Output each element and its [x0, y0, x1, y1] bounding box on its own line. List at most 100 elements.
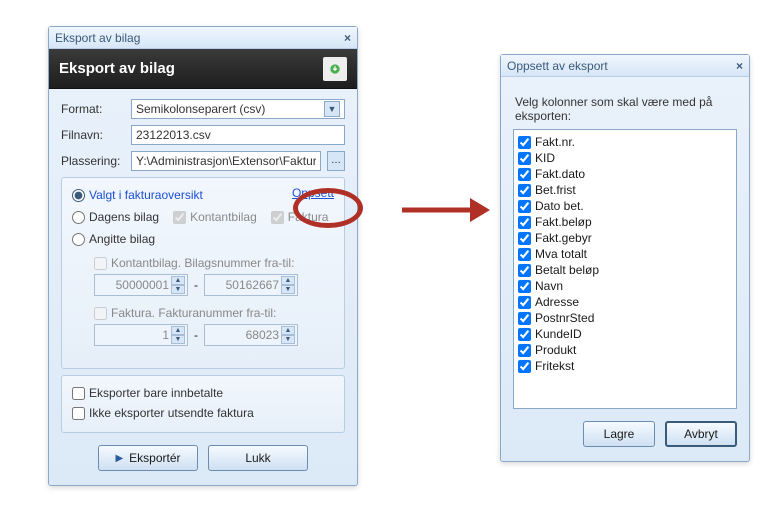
column-item[interactable]: Bet.frist: [518, 182, 732, 198]
column-check[interactable]: [518, 168, 531, 181]
column-item[interactable]: Produkt: [518, 342, 732, 358]
column-check[interactable]: [518, 232, 531, 245]
setup-title: Oppsett av eksport: [507, 59, 608, 73]
format-value: Semikolonseparert (csv): [136, 102, 265, 116]
column-label: Fakt.gebyr: [535, 231, 592, 245]
column-label: KundeID: [535, 327, 582, 341]
column-label: Fritekst: [535, 359, 574, 373]
column-item[interactable]: PostnrSted: [518, 310, 732, 326]
check-innbetalte-input[interactable]: [72, 387, 85, 400]
check-innbetalte[interactable]: Eksporter bare innbetalte: [72, 386, 334, 400]
export-title: Eksport av bilag: [55, 31, 140, 45]
kontant-from[interactable]: 50000001 ▲▼: [94, 274, 188, 296]
check-faktura-input: [271, 211, 284, 224]
column-label: PostnrSted: [535, 311, 594, 325]
column-check[interactable]: [518, 200, 531, 213]
filnavn-input[interactable]: [131, 125, 345, 145]
radio-angitte-input[interactable]: [72, 233, 85, 246]
column-item[interactable]: Fakt.dato: [518, 166, 732, 182]
filnavn-label: Filnavn:: [61, 128, 125, 142]
radio-dagens[interactable]: Dagens bilag: [72, 210, 159, 224]
check-utsendte-input[interactable]: [72, 407, 85, 420]
play-icon: ▶: [115, 453, 123, 464]
eksporter-button[interactable]: ▶ Eksportér: [98, 445, 198, 471]
column-check[interactable]: [518, 296, 531, 309]
column-item[interactable]: Fakt.beløp: [518, 214, 732, 230]
columns-listbox[interactable]: Fakt.nr.KIDFakt.datoBet.frist Dato bet. Fa…: [513, 129, 737, 409]
format-label: Format:: [61, 102, 125, 116]
column-item[interactable]: Fakt.gebyr: [518, 230, 732, 246]
spin-up-icon[interactable]: ▲: [171, 326, 185, 335]
spin-down-icon[interactable]: ▼: [281, 335, 295, 344]
column-label: Dato bet.: [535, 199, 584, 213]
plassering-label: Plassering:: [61, 154, 125, 168]
browse-button[interactable]: …: [327, 151, 345, 171]
export-icon: [323, 57, 347, 81]
oppsett-link[interactable]: Oppsett: [292, 186, 334, 200]
format-select[interactable]: Semikolonseparert (csv) ▼: [131, 99, 345, 119]
radio-dagens-input[interactable]: [72, 211, 85, 224]
check-kontantbilag-input: [173, 211, 186, 224]
plassering-input[interactable]: [131, 151, 321, 171]
column-item[interactable]: Adresse: [518, 294, 732, 310]
column-label: Navn: [535, 279, 563, 293]
lagre-button[interactable]: Lagre: [583, 421, 655, 447]
column-check[interactable]: [518, 136, 531, 149]
close-icon[interactable]: ×: [344, 31, 351, 45]
spin-down-icon[interactable]: ▼: [171, 335, 185, 344]
faktura-from[interactable]: 1 ▲▼: [94, 324, 188, 346]
spin-up-icon[interactable]: ▲: [281, 276, 295, 285]
column-label: Betalt beløp: [535, 263, 599, 277]
kontant-to[interactable]: 50162667 ▲▼: [204, 274, 298, 296]
close-icon[interactable]: ×: [736, 59, 743, 73]
kontant-range-label: Kontantbilag. Bilagsnummer fra-til:: [94, 256, 334, 270]
avbryt-button[interactable]: Avbryt: [665, 421, 737, 447]
annotation-arrow: [400, 190, 490, 230]
column-check[interactable]: [518, 184, 531, 197]
check-utsendte[interactable]: Ikke eksporter utsendte faktura: [72, 406, 334, 420]
column-item[interactable]: Mva totalt: [518, 246, 732, 262]
faktura-range-label: Faktura. Fakturanummer fra-til:: [94, 306, 334, 320]
column-item[interactable]: KundeID: [518, 326, 732, 342]
column-label: Produkt: [535, 343, 576, 357]
export-header-title: Eksport av bilag: [59, 60, 175, 77]
radio-valgt-input[interactable]: [72, 189, 85, 202]
export-header: Eksport av bilag: [49, 49, 357, 89]
column-check[interactable]: [518, 264, 531, 277]
column-item[interactable]: Fritekst: [518, 358, 732, 374]
column-item[interactable]: KID: [518, 150, 732, 166]
column-check[interactable]: [518, 216, 531, 229]
setup-titlebar[interactable]: Oppsett av eksport ×: [501, 55, 749, 77]
column-item[interactable]: Betalt beløp: [518, 262, 732, 278]
column-check[interactable]: [518, 360, 531, 373]
faktura-to[interactable]: 68023 ▲▼: [204, 324, 298, 346]
column-item[interactable]: Navn: [518, 278, 732, 294]
check-kontantbilag: Kontantbilag: [173, 210, 257, 224]
spin-down-icon[interactable]: ▼: [171, 285, 185, 294]
column-label: Fakt.beløp: [535, 215, 592, 229]
faktura-range-check: [94, 307, 107, 320]
column-label: Adresse: [535, 295, 579, 309]
chevron-down-icon[interactable]: ▼: [324, 101, 340, 117]
setup-instruction: Velg kolonner som skal være med på ekspo…: [515, 95, 735, 123]
options-group: Eksporter bare innbetalte Ikke eksporter…: [61, 375, 345, 433]
spin-up-icon[interactable]: ▲: [171, 276, 185, 285]
column-label: KID: [535, 151, 555, 165]
column-check[interactable]: [518, 152, 531, 165]
column-check[interactable]: [518, 312, 531, 325]
spin-down-icon[interactable]: ▼: [281, 285, 295, 294]
column-label: Bet.frist: [535, 183, 576, 197]
lukk-button[interactable]: Lukk: [208, 445, 308, 471]
export-titlebar[interactable]: Eksport av bilag ×: [49, 27, 357, 49]
check-faktura: Faktura: [271, 210, 329, 224]
column-item[interactable]: Fakt.nr.: [518, 134, 732, 150]
spin-up-icon[interactable]: ▲: [281, 326, 295, 335]
filter-group: Oppsett Valgt i fakturaoversikt Dagens b…: [61, 177, 345, 369]
column-item[interactable]: Dato bet.: [518, 198, 732, 214]
column-check[interactable]: [518, 344, 531, 357]
kontant-range-check: [94, 257, 107, 270]
radio-angitte[interactable]: Angitte bilag: [72, 232, 334, 246]
column-check[interactable]: [518, 248, 531, 261]
column-check[interactable]: [518, 280, 531, 293]
column-check[interactable]: [518, 328, 531, 341]
